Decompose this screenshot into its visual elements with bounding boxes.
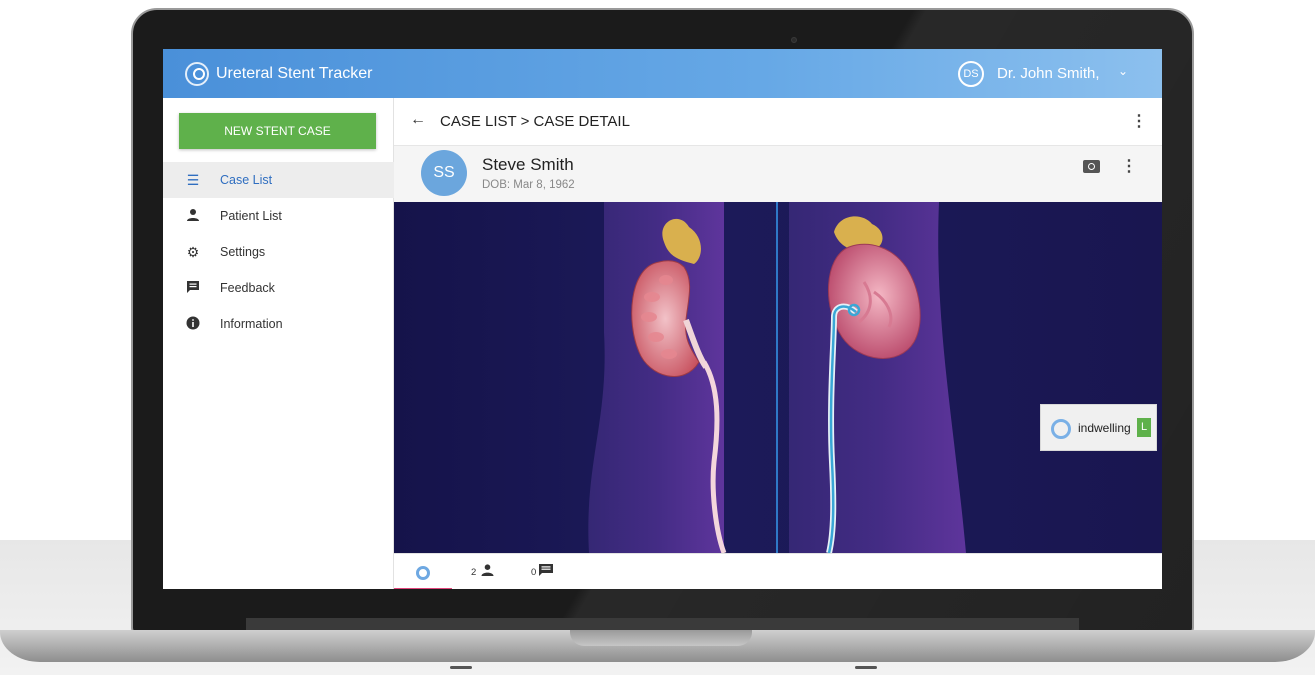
tab-stent[interactable]	[394, 554, 452, 589]
sidebar-item-patient-list[interactable]: Patient List	[163, 198, 394, 234]
chevron-down-icon[interactable]: ⌄	[1118, 64, 1128, 78]
sidebar-item-case-list[interactable]: ☰ Case List	[163, 162, 394, 198]
webcam	[791, 37, 797, 43]
person-icon	[481, 564, 494, 579]
person-icon	[185, 208, 201, 224]
sidebar-item-label: Information	[220, 317, 283, 331]
stent-logo-icon	[1051, 419, 1071, 439]
more-options-icon[interactable]: ⋮	[1131, 113, 1147, 131]
gear-icon: ⚙	[186, 244, 200, 260]
marketing-mockup: Ureteral Stent Tracker DS Dr. John Smith…	[0, 0, 1315, 675]
kidney-stent-illustration: indwelling L	[394, 202, 1162, 553]
patient-avatar: SS	[421, 150, 467, 196]
feedback-icon	[185, 280, 201, 296]
stent-logo-icon	[416, 566, 430, 580]
app-screen: Ureteral Stent Tracker DS Dr. John Smith…	[163, 49, 1162, 589]
case-tabs: 2 0	[394, 553, 1162, 589]
patients-count: 2	[471, 567, 477, 578]
messages-count: 0	[531, 567, 537, 578]
list-icon: ☰	[186, 172, 200, 188]
case-detail-panel: ← CASE LIST > CASE DETAIL ⋮ SS Steve Smi…	[394, 98, 1162, 589]
user-name[interactable]: Dr. John Smith,	[997, 65, 1100, 82]
patient-header: SS Steve Smith DOB: Mar 8, 1962 ⋮	[394, 146, 1162, 202]
info-icon	[185, 316, 201, 332]
breadcrumb: CASE LIST > CASE DETAIL	[440, 113, 630, 130]
camera-icon[interactable]	[1083, 160, 1100, 173]
sidebar-item-label: Case List	[220, 173, 273, 187]
anatomy-figure	[588, 202, 966, 553]
patient-name: Steve Smith	[482, 155, 574, 174]
laptop-foot	[855, 666, 877, 669]
laptop-foot	[450, 666, 472, 669]
app-title: Ureteral Stent Tracker	[216, 65, 373, 82]
comparison-divider	[776, 202, 778, 553]
sidebar-item-label: Settings	[220, 245, 266, 259]
sidebar-item-label: Feedback	[220, 281, 275, 295]
sidebar-item-settings[interactable]: ⚙ Settings	[163, 234, 394, 270]
patient-dob: DOB: Mar 8, 1962	[482, 179, 575, 191]
sidebar-item-information[interactable]: Information	[163, 306, 394, 342]
back-arrow-icon[interactable]: ←	[410, 111, 426, 129]
app-bar: Ureteral Stent Tracker DS Dr. John Smith…	[163, 49, 1162, 98]
tab-patients[interactable]: 2	[464, 554, 504, 589]
stent-side-badge: L	[1137, 418, 1151, 437]
stent-status-label: indwelling	[1078, 421, 1131, 435]
patient-more-icon[interactable]: ⋮	[1121, 158, 1137, 176]
laptop-hinge	[246, 618, 1079, 630]
sidebar: NEW STENT CASE ☰ Case List Patient List …	[163, 98, 394, 589]
sidebar-item-label: Patient List	[220, 209, 282, 223]
tab-messages[interactable]: 0	[524, 554, 564, 589]
stent-status-tag[interactable]: indwelling L	[1040, 404, 1157, 451]
breadcrumb-bar: ← CASE LIST > CASE DETAIL ⋮	[394, 98, 1162, 146]
app-logo-icon[interactable]	[185, 62, 209, 86]
user-avatar[interactable]: DS	[958, 61, 984, 87]
new-stent-case-button[interactable]: NEW STENT CASE	[179, 113, 376, 149]
sidebar-item-feedback[interactable]: Feedback	[163, 270, 394, 306]
laptop-notch	[570, 630, 752, 646]
message-icon	[539, 564, 553, 580]
